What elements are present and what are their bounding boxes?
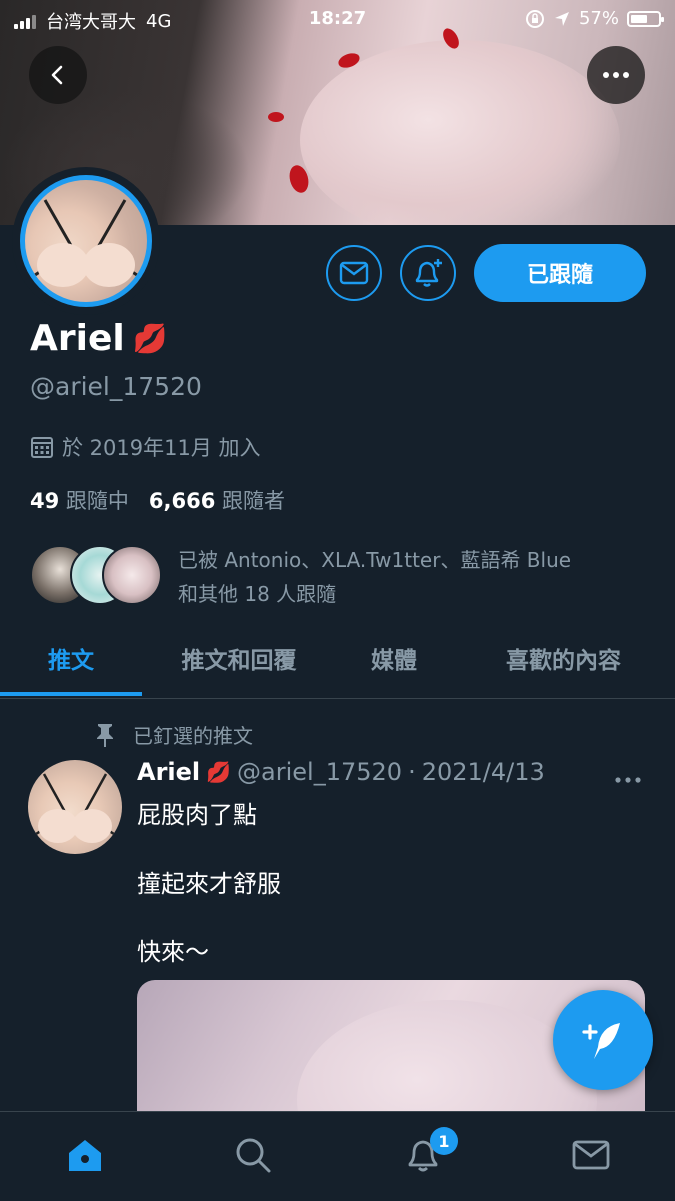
active-tab-indicator — [0, 692, 142, 696]
mail-icon — [339, 261, 369, 285]
tweet-date[interactable]: 2021/4/13 — [422, 758, 545, 786]
nav-messages[interactable] — [566, 1130, 616, 1180]
status-bar: 台湾大哥大 4G 18:27 57% — [0, 0, 675, 40]
notifications-badge: 1 — [430, 1127, 458, 1155]
tab-tweets-replies[interactable]: 推文和回覆 — [142, 620, 336, 696]
bottom-nav — [0, 1111, 675, 1201]
following-button[interactable]: 已跟隨 — [474, 244, 646, 302]
more-icon — [603, 72, 629, 78]
compose-tweet-button[interactable] — [553, 990, 653, 1090]
tweet-text-line: 撞起來才舒服 — [137, 870, 281, 898]
following-count: 49 — [30, 489, 60, 513]
profile-tabs: 推文 推文和回覆 媒體 喜歡的內容 — [0, 620, 675, 699]
envelope-icon — [572, 1140, 610, 1170]
profile-handle: @ariel_17520 — [30, 372, 202, 401]
profile-name-text: Ariel — [30, 318, 125, 359]
more-options-button[interactable] — [587, 46, 645, 104]
tweet-author[interactable]: Ariel — [137, 758, 200, 786]
tab-likes[interactable]: 喜歡的內容 — [452, 620, 675, 696]
following-label: 跟隨中 — [65, 489, 129, 513]
bell-plus-icon — [415, 259, 442, 287]
nav-home[interactable] — [60, 1130, 110, 1180]
joined-date: 於 2019年11月 加入 — [30, 432, 261, 462]
more-icon — [615, 777, 641, 783]
calendar-icon — [31, 437, 53, 458]
joined-date-text: 於 2019年11月 加入 — [62, 436, 261, 460]
followed-by-avatars — [30, 543, 162, 605]
notify-button[interactable] — [400, 245, 456, 301]
home-icon — [69, 1140, 101, 1171]
back-button[interactable] — [29, 46, 87, 104]
followed-by-text: 已被 Antonio、XLA.Tw1tter、藍語希 Blue 和其他 18 人… — [178, 543, 628, 611]
avatar — [20, 175, 152, 307]
tweet-avatar[interactable] — [28, 760, 122, 854]
following-stat[interactable]: 49 跟隨中 — [30, 485, 129, 515]
tweet-header: Ariel 💋 @ariel_17520 · 2021/4/13 — [137, 758, 545, 786]
followers-stat[interactable]: 6,666 跟隨者 — [149, 485, 285, 515]
mini-avatar — [102, 545, 162, 605]
profile-name: Ariel 💋 — [30, 318, 168, 359]
follow-stats: 49 跟隨中 6,666 跟隨者 — [30, 485, 285, 515]
followers-count: 6,666 — [148, 489, 216, 513]
tweet-handle: @ariel_17520 — [237, 758, 403, 786]
tweet-separator: · — [408, 758, 416, 786]
banner-detail — [268, 112, 284, 122]
tweet-text-line: 快來～ — [137, 938, 209, 966]
battery-icon — [627, 10, 664, 27]
profile-avatar-frame[interactable] — [12, 167, 160, 315]
compose-icon — [582, 1023, 620, 1059]
search-icon — [236, 1138, 271, 1173]
tab-tweets[interactable]: 推文 — [0, 620, 142, 696]
tweet-more-button[interactable] — [614, 762, 642, 790]
followed-by-line: 已被 Antonio、XLA.Tw1tter、藍語希 Blue — [178, 548, 572, 572]
message-button[interactable] — [326, 245, 382, 301]
followers-label: 跟隨者 — [222, 489, 286, 513]
lips-emoji: 💋 — [132, 322, 168, 355]
pinned-label-text: 已釘選的推文 — [133, 724, 253, 748]
followed-by-line: 和其他 18 人跟隨 — [178, 582, 337, 606]
nav-search[interactable] — [228, 1130, 278, 1180]
orientation-lock-icon — [525, 9, 544, 28]
tab-media[interactable]: 媒體 — [336, 620, 452, 696]
location-icon — [554, 11, 569, 26]
tweet-author-emoji: 💋 — [206, 760, 232, 784]
back-arrow-icon — [51, 65, 63, 85]
tweet-text-line: 屁股肉了點 — [137, 801, 257, 829]
battery-percent: 57% — [578, 8, 619, 29]
pin-icon — [97, 723, 113, 747]
followed-by[interactable]: 已被 Antonio、XLA.Tw1tter、藍語希 Blue 和其他 18 人… — [30, 543, 628, 611]
pinned-label: 已釘選的推文 — [93, 720, 253, 749]
